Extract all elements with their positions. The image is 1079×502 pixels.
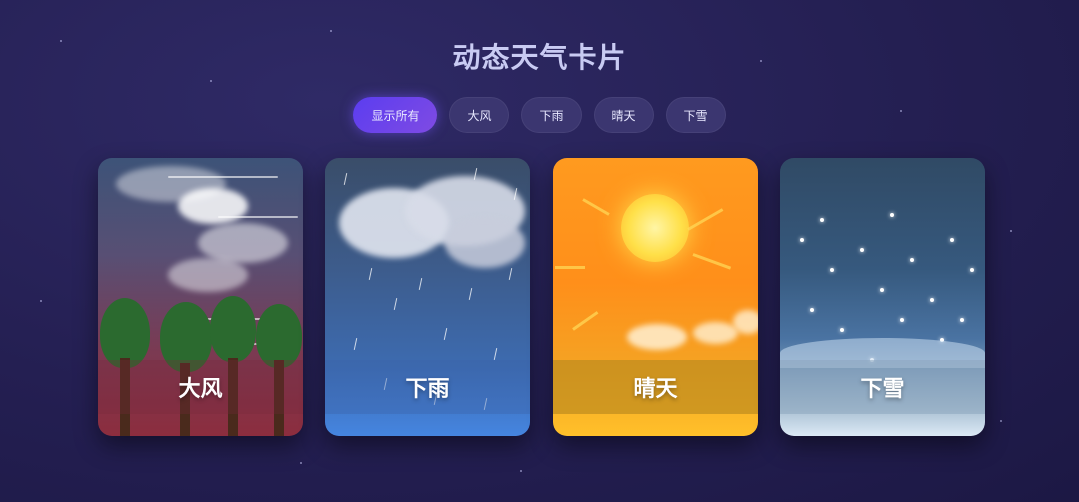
card-label: 下雪	[780, 360, 985, 414]
sun-icon	[621, 194, 689, 262]
page-title: 动态天气卡片	[452, 41, 627, 74]
card-label: 大风	[98, 360, 303, 414]
card-label: 下雨	[325, 360, 530, 414]
weather-card-sunny[interactable]: 晴天	[553, 158, 758, 436]
filter-wind-button[interactable]: 大风	[449, 97, 510, 133]
card-label: 晴天	[553, 360, 758, 414]
filter-all-button[interactable]: 显示所有	[353, 97, 438, 133]
filter-sunny-button[interactable]: 晴天	[593, 97, 654, 133]
filter-snow-button[interactable]: 下雪	[665, 97, 726, 133]
filter-rain-button[interactable]: 下雨	[521, 97, 582, 133]
filter-bar: 显示所有 大风 下雨 晴天 下雪	[0, 97, 1079, 133]
weather-card-snow[interactable]: 下雪	[780, 158, 985, 436]
weather-card-wind[interactable]: 大风	[98, 158, 303, 436]
weather-card-rain[interactable]: 下雨	[325, 158, 530, 436]
